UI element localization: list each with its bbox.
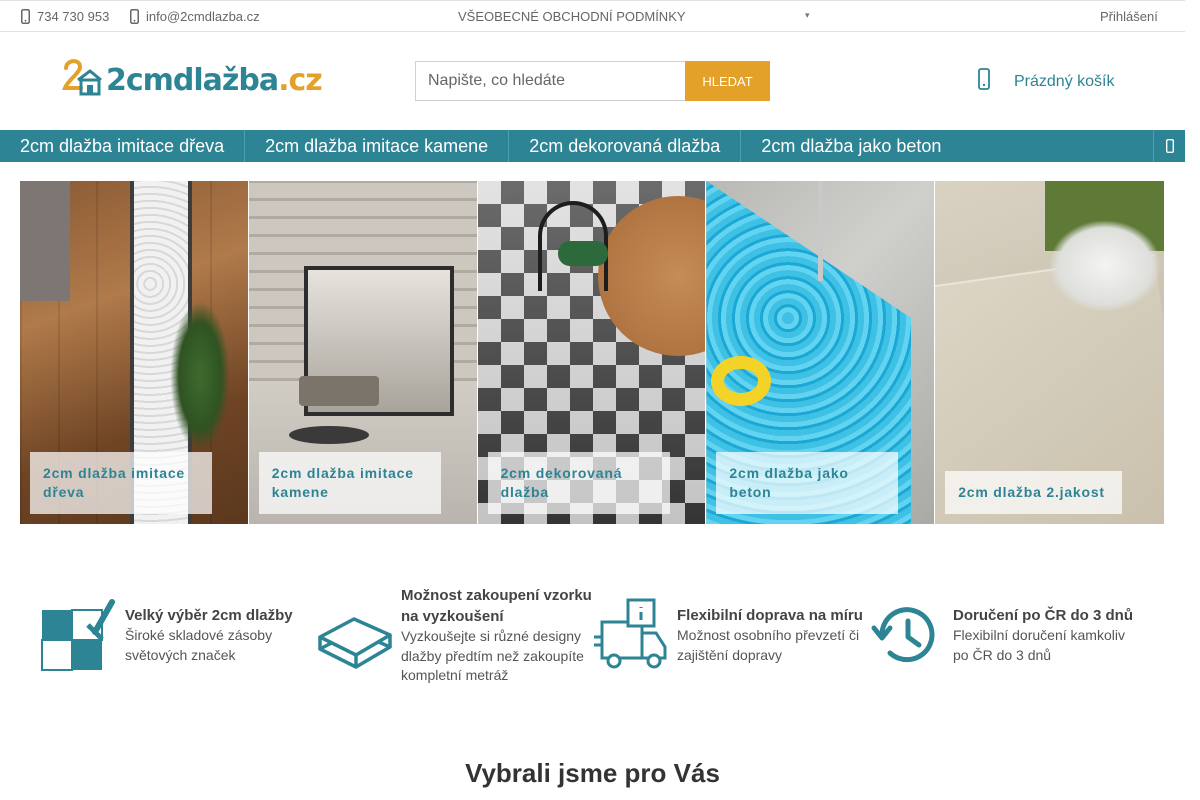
feature-title: Flexibilní doprava na míru [677,607,863,625]
terms-link[interactable]: VŠEOBECNÉ OBCHODNÍ PODMÍNKY [458,9,686,24]
cart-label[interactable]: Prázdný košík [1014,73,1114,91]
logo-tld: .cz [278,63,323,98]
swim-ring [711,356,772,406]
feature-text: Široké skladové zásoby světových značek [125,627,273,663]
login-link[interactable]: Přihlášení [1100,9,1158,24]
phone-icon [20,8,30,24]
email-address[interactable]: info@2cmdlazba.cz [146,9,260,24]
search-form: HLEDAT [415,61,770,101]
sample-tiles-icon [318,617,392,669]
search-input[interactable] [415,61,685,101]
main-nav: 2cm dlažba imitace dřeva 2cm dlažba imit… [0,130,1185,162]
category-card-stone[interactable]: 2cm dlažba imitace kamene [248,181,478,524]
category-card-concrete[interactable]: 2cm dlažba jako beton [706,181,936,524]
category-label[interactable]: 2cm dlažba imitace kamene [258,452,441,514]
table-decor [288,426,369,444]
nav-toggle-button[interactable] [1153,130,1185,162]
cart-icon[interactable] [978,68,990,95]
logo-wordmark: 2cmdlažba.cz [106,63,323,98]
category-card-wood[interactable]: 2cm dlažba imitace dřeva [20,181,249,524]
feature-text: Flexibilní doručení kamkoliv po ČR do 3 … [953,627,1125,663]
category-label[interactable]: 2cm dlažba 2.jakost [945,471,1123,514]
plant-decor [170,301,230,451]
delivery-truck-icon [594,598,667,669]
category-card-decor[interactable]: 2cm dekorovaná dlažba [477,181,707,524]
features-row: Velký výběr 2cm dlažby Široké skladové z… [40,585,1145,686]
email-icon [129,8,139,24]
chevron-down-icon[interactable]: ▾ [805,10,810,21]
category-label[interactable]: 2cm dlažba jako beton [716,452,899,514]
email-contact[interactable]: info@2cmdlazba.cz [129,8,260,24]
nav-item-wood[interactable]: 2cm dlažba imitace dřeva [0,130,246,162]
cart[interactable]: Prázdný košík [978,68,1114,95]
recommended-heading: Vybrali jsme pro Vás [465,758,720,788]
feature-text: Vyzkoušejte si různé designy dlažby před… [401,628,584,683]
feature-title: Možnost zakoupení vzorku na vyzkoušení [401,587,592,625]
sofa-decor [298,376,379,406]
feature-selection: Velký výběr 2cm dlažby Široké skladové z… [40,585,316,686]
logo-house-icon [62,59,102,96]
nav-item-decor[interactable]: 2cm dekorovaná dlažba [509,130,742,162]
tiles-icon [41,598,115,671]
site-logo[interactable]: 2cmdlažba.cz [62,58,323,98]
seat-decor [557,241,608,266]
feature-title: Velký výběr 2cm dlažby [125,607,293,625]
nav-item-stone[interactable]: 2cm dlažba imitace kamene [245,130,510,162]
top-bar: 734 730 953 info@2cmdlazba.cz VŠEOBECNÉ … [0,0,1185,32]
feature-shipping-time: Doručení po ČR do 3 dnů Flexibilní doruč… [868,585,1138,686]
glove-decor [1050,221,1161,311]
feature-delivery: Flexibilní doprava na míru Možnost osobn… [592,585,868,686]
category-label[interactable]: 2cm dekorovaná dlažba [487,452,670,514]
category-label[interactable]: 2cm dlažba imitace dřeva [30,452,212,514]
nav-item-concrete[interactable]: 2cm dlažba jako beton [741,130,961,162]
clock-history-icon [871,606,935,662]
phone-number[interactable]: 734 730 953 [37,9,109,24]
phone-contact[interactable]: 734 730 953 [20,8,109,24]
pole-decor [818,181,824,281]
rug-decor [20,181,70,301]
search-button[interactable]: HLEDAT [685,61,770,101]
feature-title: Doručení po ČR do 3 dnů [953,607,1133,625]
category-card-second-grade[interactable]: 2cm dlažba 2.jakost [935,181,1164,524]
category-grid: 2cm dlažba imitace dřeva 2cm dlažba imit… [20,181,1164,524]
feature-samples: Možnost zakoupení vzorku na vyzkoušení V… [316,585,592,686]
phone-icon [1165,139,1174,153]
logo-name: 2cmdlažba [106,63,279,98]
feature-text: Možnost osobního převzetí či zajištění d… [677,627,860,663]
